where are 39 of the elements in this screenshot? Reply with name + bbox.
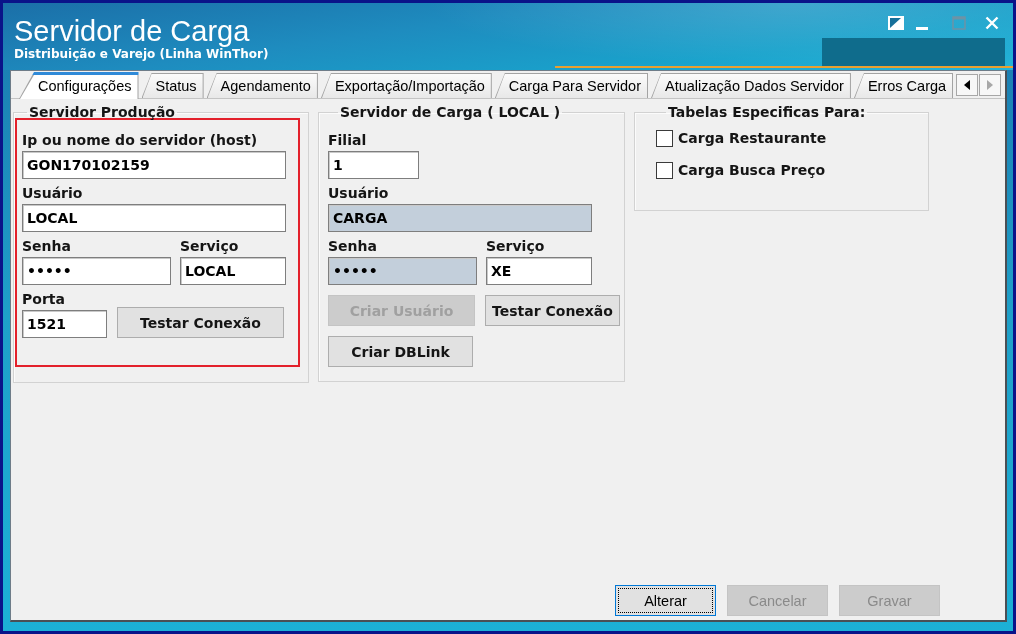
form-button[interactable]: Criar DBLink <box>328 336 473 367</box>
field-label: Porta <box>22 290 66 308</box>
half-filled-square-icon[interactable] <box>888 16 904 30</box>
group-title: Servidor de Carga ( LOCAL ) <box>339 103 562 121</box>
tab[interactable]: Atualização Dados Servidor <box>651 73 851 98</box>
input-field[interactable]: XE <box>486 257 592 285</box>
input-field[interactable]: ••••• <box>22 257 171 285</box>
input-field[interactable]: LOCAL <box>22 204 286 232</box>
close-icon[interactable] <box>985 16 999 30</box>
group-title: Tabelas Especificas Para: <box>667 103 867 121</box>
group-title: Servidor Produção <box>28 103 176 121</box>
input-field[interactable]: GON170102159 <box>22 151 286 179</box>
field-label: Serviço <box>180 237 240 255</box>
input-field[interactable]: 1521 <box>22 310 107 338</box>
field-label: Usuário <box>22 184 84 202</box>
checkbox-label: Carga Busca Preço <box>678 161 826 179</box>
checkbox[interactable] <box>656 129 673 147</box>
tab[interactable]: Erros Carga <box>853 73 954 98</box>
checkbox-label: Carga Restaurante <box>678 129 827 147</box>
field-label: Serviço <box>486 237 546 255</box>
input-field[interactable]: LOCAL <box>180 257 286 285</box>
checkbox[interactable] <box>656 161 673 179</box>
field-label: Filial <box>328 131 368 149</box>
tab[interactable]: Status <box>141 73 204 98</box>
tab[interactable]: Configurações <box>19 72 139 99</box>
field-label: Senha <box>22 237 72 255</box>
window-subtitle: Distribuição e Varejo (Linha WinThor) <box>14 47 269 62</box>
form-button[interactable]: Testar Conexão <box>485 295 620 326</box>
tab[interactable]: Carga Para Servidor <box>494 73 648 98</box>
tab[interactable]: Exportação/Importação <box>320 73 492 98</box>
field-label: Usuário <box>328 184 390 202</box>
input-field[interactable]: 1 <box>328 151 419 179</box>
form-button[interactable]: Testar Conexão <box>117 307 284 338</box>
field-label: Senha <box>328 237 378 255</box>
dialog-button[interactable]: Alterar <box>615 585 716 616</box>
tab-scroll-left-button[interactable] <box>956 73 979 96</box>
tab[interactable]: Agendamento <box>206 73 318 98</box>
field-label: Ip ou nome do servidor (host) <box>22 131 259 149</box>
window-title: Servidor de Carga <box>14 16 250 47</box>
